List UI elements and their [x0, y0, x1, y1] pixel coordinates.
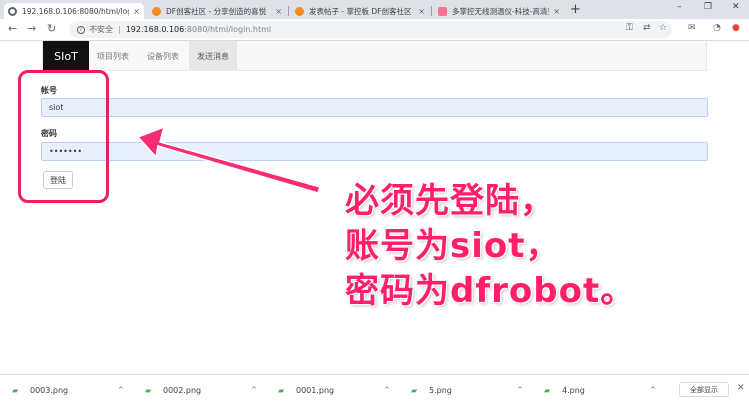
download-filename: 4.png [562, 385, 585, 395]
maximize-button[interactable]: ❐ [704, 2, 712, 12]
url-host: 192.168.0.106 [125, 25, 185, 34]
tab-title: 发表帖子 - 掌控板 DF创客社区 [309, 6, 412, 16]
chevron-up-icon[interactable]: ^ [650, 386, 656, 394]
downloads-shelf: ▰ 0003.png ^ ▰ 0002.png ^ ▰ 0001.png ^ ▰… [0, 374, 749, 403]
download-filename: 0002.png [163, 385, 202, 395]
download-item[interactable]: ▰ 0003.png ^ [12, 382, 130, 398]
annotation-line-1: 必须先登陆， [345, 181, 555, 221]
close-icon[interactable]: × [418, 7, 425, 16]
df-logo-icon [295, 6, 304, 16]
siot-brand[interactable]: SIoT [43, 41, 89, 71]
chevron-up-icon[interactable]: ^ [118, 386, 124, 394]
video-site-icon [438, 6, 447, 16]
key-icon[interactable]: ⚿ [626, 23, 633, 33]
browser-tab-strip: 192.168.0.106:8080/html/login × DF创客社区 -… [0, 0, 749, 19]
tab-df-community[interactable]: DF创客社区 - 分享创造的喜悦 × [148, 3, 286, 19]
highlight-box [18, 70, 109, 203]
address-bar[interactable]: i 不安全 | 192.168.0.106 :8080/html/login.h… [69, 21, 672, 38]
image-file-icon: ▰ [278, 385, 285, 395]
show-all-button[interactable]: 全部显示 [679, 382, 729, 397]
df-logo-icon [152, 6, 161, 16]
pointer-arrow [136, 125, 321, 194]
close-icon[interactable]: × [275, 7, 282, 16]
tab-video[interactable]: 多掌控无线测温仪-科技-高清完整 × [434, 3, 564, 19]
download-filename: 5.png [429, 385, 452, 395]
close-icon[interactable]: × [133, 7, 140, 16]
download-filename: 0001.png [296, 385, 335, 395]
annotation-line-3: 密码为dfrobot。 [345, 271, 636, 311]
close-icon[interactable]: × [553, 7, 560, 16]
forward-arrow-icon[interactable]: → [27, 22, 36, 35]
chevron-up-icon[interactable]: ^ [384, 386, 390, 394]
insecure-label: 不安全 [89, 25, 113, 34]
bookmark-star-icon[interactable]: ☆ [659, 23, 667, 33]
reload-icon[interactable]: ↻ [47, 22, 56, 35]
download-item[interactable]: ▰ 0001.png ^ [278, 382, 396, 398]
translate-icon[interactable]: ⇄ [643, 23, 651, 33]
arrow-shape [136, 125, 321, 194]
update-indicator-icon[interactable]: ● [732, 23, 740, 33]
tab-title: 多掌控无线测温仪-科技-高清完整 [452, 6, 549, 16]
tab-separator [431, 6, 432, 16]
tab-separator [288, 6, 289, 16]
download-item[interactable]: ▰ 5.png ^ [411, 382, 529, 398]
image-file-icon: ▰ [145, 385, 152, 395]
download-filename: 0003.png [30, 385, 69, 395]
download-item[interactable]: ▰ 4.png ^ [544, 382, 662, 398]
account-input[interactable] [41, 98, 708, 117]
chevron-up-icon[interactable]: ^ [251, 386, 257, 394]
close-icon[interactable]: ✕ [737, 383, 745, 393]
image-file-icon: ▰ [411, 385, 418, 395]
image-file-icon: ▰ [12, 385, 19, 395]
info-icon[interactable]: i [77, 25, 85, 34]
new-tab-button[interactable]: + [570, 2, 581, 17]
back-arrow-icon[interactable]: ← [8, 22, 17, 35]
tab-title: 192.168.0.106:8080/html/login [22, 6, 130, 16]
profile-avatar-icon[interactable]: ◔ [713, 23, 721, 33]
tab-post[interactable]: 发表帖子 - 掌控板 DF创客社区 × [291, 3, 429, 19]
image-file-icon: ▰ [544, 385, 551, 395]
chevron-up-icon[interactable]: ^ [517, 386, 523, 394]
annotation-line-2: 账号为siot， [345, 226, 561, 266]
browser-toolbar: ← → ↻ i 不安全 | 192.168.0.106 :8080/html/l… [0, 19, 749, 41]
tab-title: DF创客社区 - 分享创造的喜悦 [166, 6, 267, 16]
annotation-text: 必须先登陆， 账号为siot， 密码为dfrobot。 [345, 179, 635, 314]
url-path: :8080/html/login.html [184, 25, 272, 34]
close-window-button[interactable]: ✕ [732, 2, 740, 12]
tab-login[interactable]: 192.168.0.106:8080/html/login × [4, 3, 144, 19]
minimize-button[interactable]: – [677, 2, 682, 12]
globe-icon [8, 6, 17, 16]
nav-device-list[interactable]: 设备列表 [147, 41, 179, 71]
siot-navbar: SIoT 项目列表 设备列表 发送消息 [42, 41, 707, 71]
address-divider: | [118, 25, 121, 34]
login-page: SIoT 项目列表 设备列表 发送消息 帐号 密码 登陆 必须先登陆， 账号为s… [0, 41, 749, 374]
nav-send-message[interactable]: 发送消息 [189, 41, 237, 71]
extension-icon[interactable]: ✉ [688, 23, 696, 33]
nav-project-list[interactable]: 项目列表 [97, 41, 129, 71]
download-item[interactable]: ▰ 0002.png ^ [145, 382, 263, 398]
